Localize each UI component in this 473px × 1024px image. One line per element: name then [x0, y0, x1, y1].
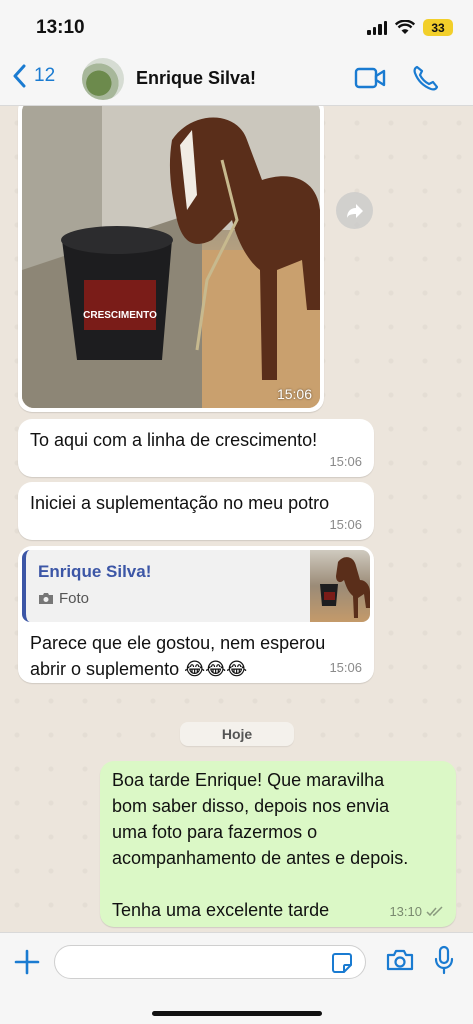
camera-icon: [39, 593, 53, 604]
message-text-line: bom saber disso, depois nos envia: [112, 796, 390, 816]
message-text: To aqui com a linha de crescimento!: [30, 430, 318, 450]
forward-icon: [346, 203, 363, 218]
microphone-icon[interactable]: [434, 945, 454, 975]
contact-name[interactable]: Enrique Silva!: [136, 68, 256, 89]
double-check-icon: [426, 906, 443, 917]
product-label: CRESCIMENTO: [83, 310, 157, 321]
plus-icon[interactable]: [14, 949, 40, 975]
forward-button[interactable]: [336, 192, 373, 229]
quoted-message[interactable]: Enrique Silva! Foto: [22, 550, 370, 622]
horse-photo[interactable]: CRESCIMENTO 15:06: [22, 106, 320, 408]
outgoing-message[interactable]: Boa tarde Enrique! Que maravilha bom sab…: [100, 761, 456, 927]
message-input[interactable]: [54, 945, 366, 979]
status-icons: 33: [367, 19, 453, 36]
signal-icon: [367, 20, 387, 35]
message-time: 15:06: [329, 454, 362, 469]
chevron-left-icon: [13, 64, 26, 88]
message-time: 15:06: [329, 660, 362, 675]
battery-indicator: 33: [423, 19, 453, 36]
quoted-type: Foto: [38, 590, 89, 607]
message-text-line: Boa tarde Enrique! Que maravilha: [112, 770, 385, 790]
wifi-icon: [395, 20, 415, 34]
message-text-line: uma foto para fazermos o: [112, 822, 318, 842]
reply-message[interactable]: Enrique Silva! Foto Parece que ele gosto…: [18, 546, 374, 683]
photo-message[interactable]: CRESCIMENTO 15:06: [18, 106, 324, 412]
message-meta: 13:10: [389, 904, 444, 919]
message-time: 13:10: [389, 904, 422, 919]
message-bubble[interactable]: Iniciei a suplementação no meu potro 15:…: [18, 482, 374, 540]
camera-icon[interactable]: [386, 948, 414, 972]
message-text: Iniciei a suplementação no meu potro: [30, 493, 330, 513]
unread-count: 12: [34, 65, 56, 86]
home-indicator: [152, 1011, 322, 1016]
message-text-line: abrir o suplemento 😂😂😂: [30, 659, 248, 679]
date-separator: Hoje: [180, 722, 294, 746]
photo-timestamp: 15:06: [276, 386, 312, 402]
message-text-line: Parece que ele gostou, nem esperou: [30, 633, 326, 653]
video-call-icon[interactable]: [354, 66, 386, 90]
message-time: 15:06: [329, 517, 362, 532]
chat-area[interactable]: CRESCIMENTO 15:06 To aqui com a linha de…: [0, 106, 473, 932]
composer-bar: [0, 932, 473, 1024]
message-text-line: acompanhamento de antes e depois.: [112, 848, 409, 868]
phone-icon[interactable]: [412, 64, 438, 92]
quoted-type-label: Foto: [59, 590, 90, 607]
status-time: 13:10: [36, 17, 85, 38]
quoted-sender: Enrique Silva!: [38, 562, 152, 581]
quoted-thumbnail: [310, 550, 370, 622]
header-bar: 13:10 33 12 Enrique Silva!: [0, 0, 473, 106]
horse-photo-illustration: CRESCIMENTO: [22, 106, 320, 408]
sticker-icon[interactable]: [332, 953, 352, 973]
avatar[interactable]: [82, 58, 124, 100]
back-button[interactable]: 12: [12, 64, 55, 88]
message-bubble[interactable]: To aqui com a linha de crescimento! 15:0…: [18, 419, 374, 477]
